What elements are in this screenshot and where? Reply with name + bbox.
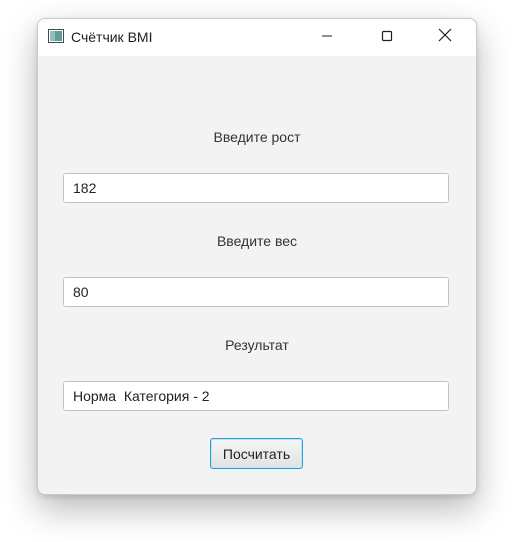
- title-bar[interactable]: Счётчик BMI: [38, 19, 476, 56]
- height-label: Введите рост: [213, 129, 301, 145]
- window-title: Счётчик BMI: [71, 29, 153, 45]
- weight-label: Введите вес: [216, 233, 298, 249]
- result-label: Результат: [225, 337, 289, 353]
- desktop: Счётчик BMI Введите рост 182 Введите вес…: [0, 0, 516, 542]
- minimize-icon: [321, 29, 333, 47]
- calculate-button[interactable]: Посчитать: [210, 438, 303, 469]
- height-input[interactable]: [63, 173, 449, 203]
- form-panel: Введите рост Введите вес Результат Посчи…: [38, 56, 476, 494]
- minimize-button[interactable]: [304, 19, 350, 56]
- close-button[interactable]: [422, 19, 468, 56]
- weight-input[interactable]: [63, 277, 449, 307]
- app-window-icon: [48, 29, 64, 43]
- result-field[interactable]: [63, 381, 449, 411]
- close-icon: [438, 28, 452, 47]
- maximize-button[interactable]: [364, 19, 410, 56]
- maximize-icon: [381, 29, 393, 47]
- bmi-window: Счётчик BMI Введите рост 182 Введите вес…: [37, 18, 477, 495]
